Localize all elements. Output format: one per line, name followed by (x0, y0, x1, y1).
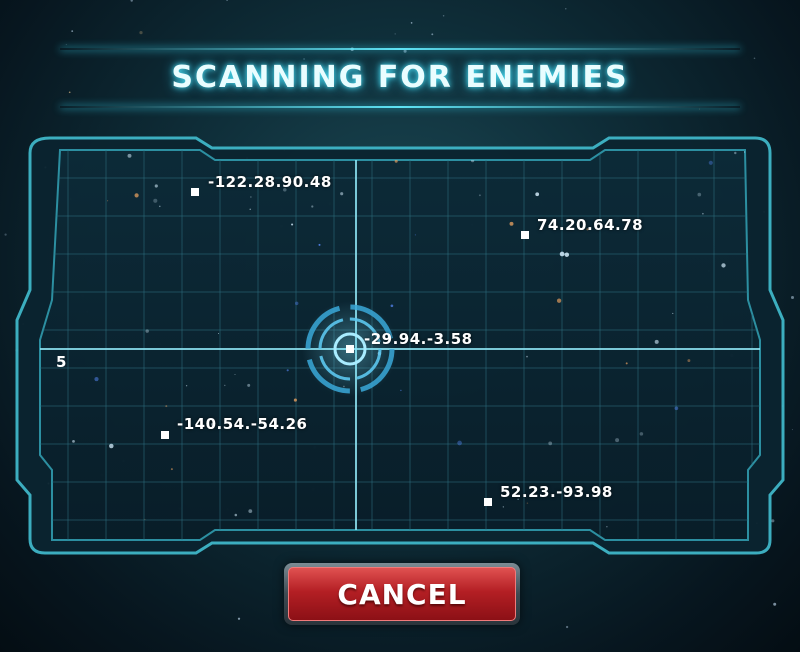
target-marker-5[interactable] (484, 498, 492, 506)
cancel-button[interactable]: CANCEL (284, 563, 520, 625)
target-marker-1[interactable] (191, 188, 199, 196)
cancel-button-label: CANCEL (337, 577, 467, 611)
cancel-button-face[interactable]: CANCEL (288, 567, 516, 621)
target-marker-2[interactable] (521, 231, 529, 239)
target-marker-3[interactable] (346, 345, 354, 353)
edge-clipped-label: 5 (56, 353, 67, 371)
target-markers (161, 188, 529, 506)
target-marker-4[interactable] (161, 431, 169, 439)
